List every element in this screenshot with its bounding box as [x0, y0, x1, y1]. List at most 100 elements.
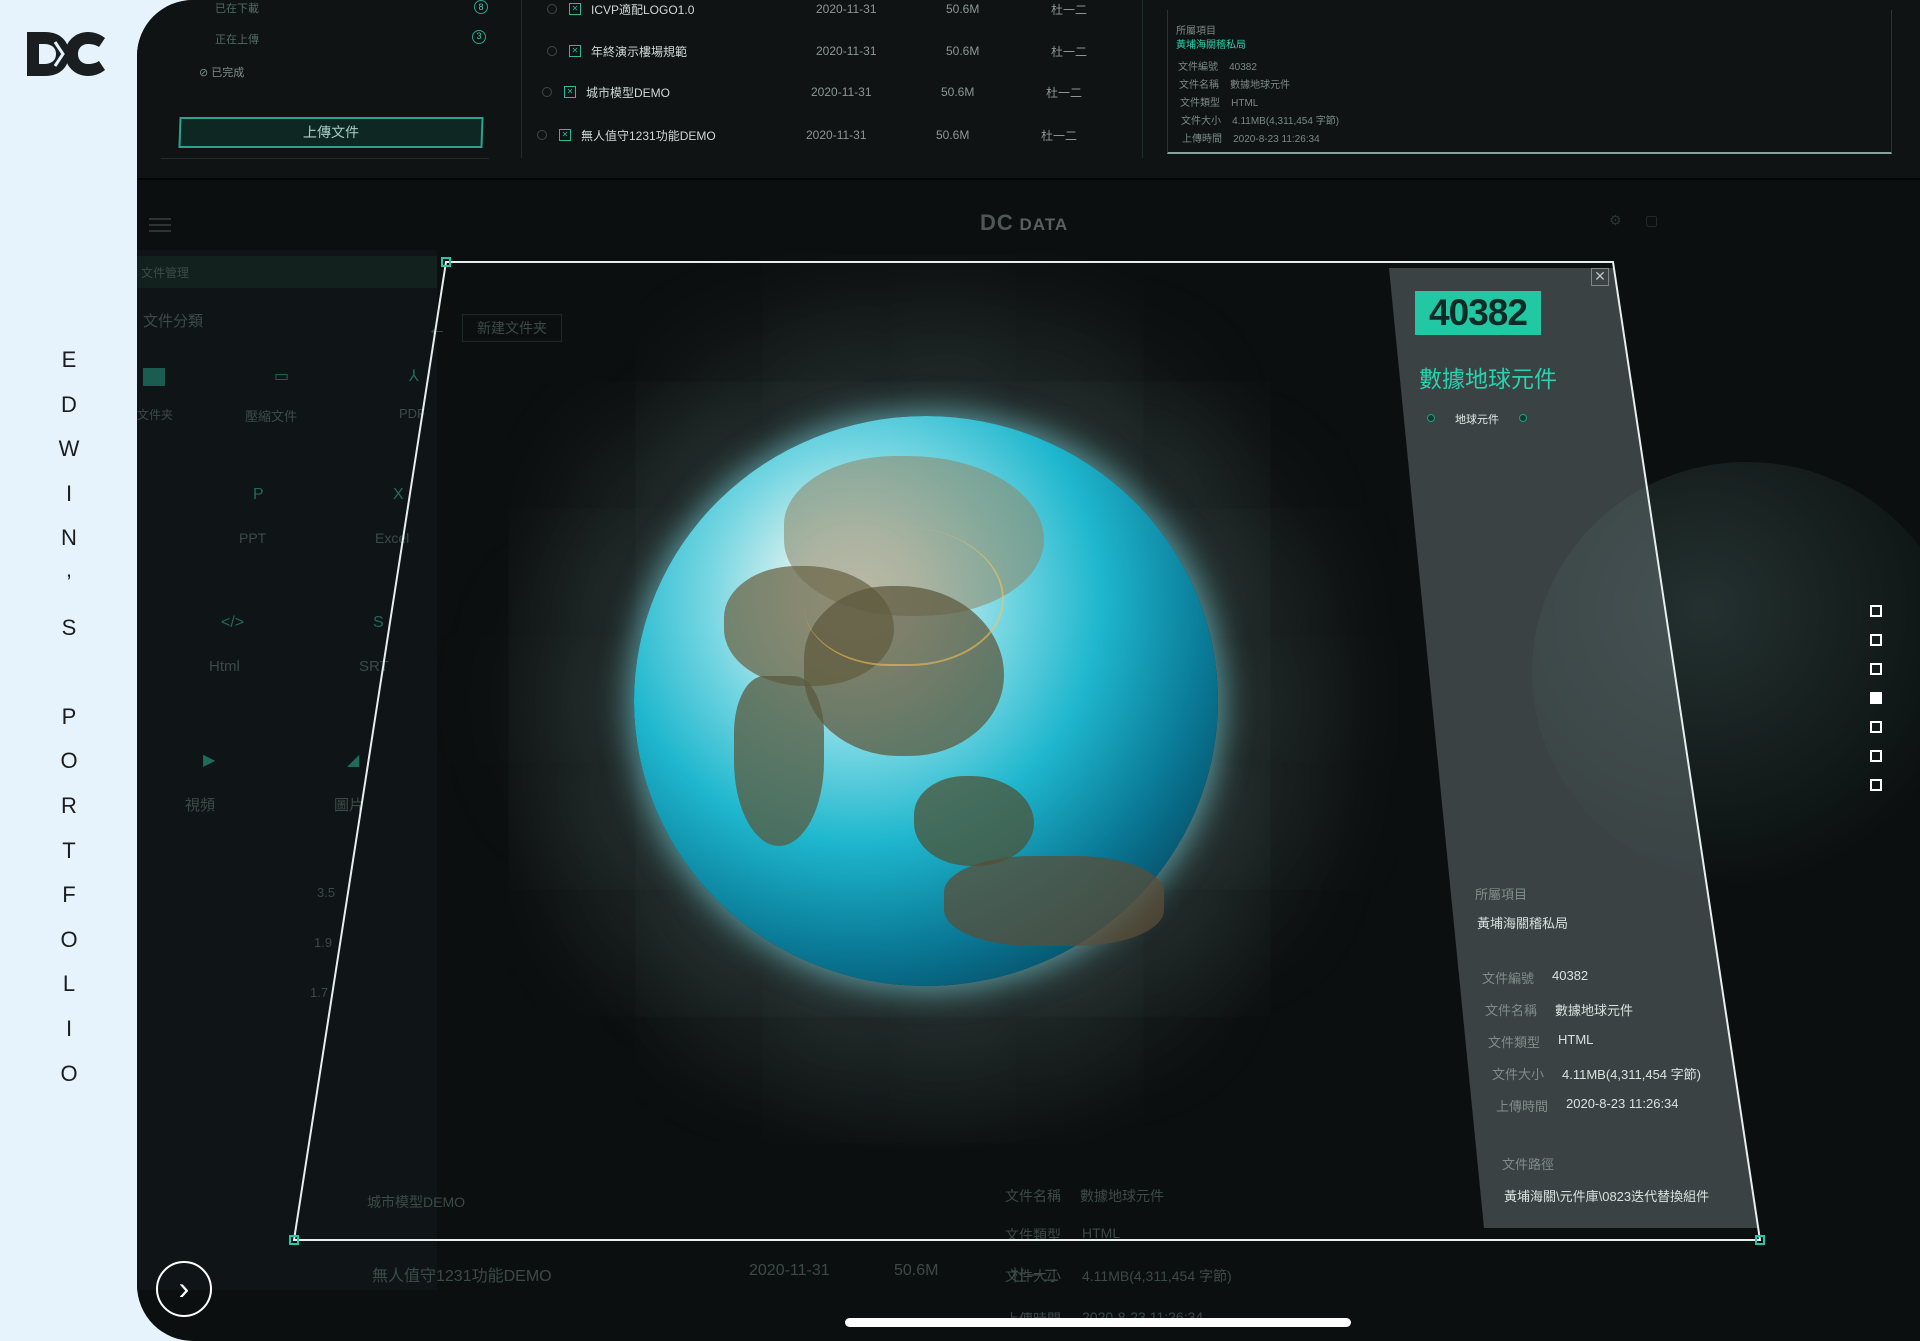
- close-icon[interactable]: ✕: [1591, 268, 1609, 286]
- srt-icon[interactable]: S: [373, 614, 384, 632]
- mini-detail-row: 文件名稱 數據地球元件: [1179, 80, 1291, 91]
- page-dot[interactable]: [1870, 721, 1882, 733]
- pdf-icon[interactable]: ⅄: [409, 366, 419, 386]
- top-screen-strip: 已在下載 8 正在上傳 3 ⊘ 已完成 上傳文件 ✕ ICVP適配LOGO1.0…: [137, 0, 1920, 180]
- model-file-icon: ✕: [569, 3, 581, 15]
- ghost-detail-value: HTML: [1082, 1225, 1121, 1241]
- file-owner: 杜一二: [1051, 44, 1088, 59]
- page-dot[interactable]: [1870, 663, 1882, 675]
- file-name: 無人值守1231功能DEMO: [581, 128, 716, 143]
- archive-icon[interactable]: ▭: [274, 366, 289, 386]
- category-label: PPT: [239, 530, 267, 546]
- detail-value: 40382: [1552, 968, 1589, 983]
- side-number: 3.5: [317, 885, 336, 900]
- page-dot[interactable]: [1870, 634, 1882, 646]
- upload-status-uploading: 正在上傳: [215, 34, 259, 46]
- title-letter: N: [61, 525, 77, 551]
- portfolio-page: E D W I N’ S PORTFOLIO 已在下載 8 正在上傳 3 ⊘ 已完成 上傳…: [0, 0, 1920, 1341]
- vertical-portfolio-title: E D W I N’ S PORTFOLIO: [54, 338, 84, 1096]
- file-row[interactable]: ✕ 年終演示樓場規範 2020-11-31 50.6M 杜一二: [547, 39, 1147, 63]
- title-letter: R: [61, 792, 77, 818]
- page-pagination[interactable]: [1870, 605, 1884, 808]
- land-southeast-asia: [914, 776, 1034, 866]
- html-icon[interactable]: </>: [221, 614, 244, 632]
- page-dot[interactable]: [1870, 692, 1882, 704]
- new-folder-button[interactable]: 新建文件夹: [462, 314, 562, 342]
- bottom-file-size: 50.6M: [894, 1262, 939, 1279]
- row-radio[interactable]: [537, 130, 547, 140]
- file-owner: 杜一二: [1051, 2, 1088, 17]
- downloading-count-badge: 8: [474, 0, 488, 14]
- upload-file-button[interactable]: 上傳文件: [178, 117, 484, 148]
- home-indicator[interactable]: [845, 1318, 1351, 1327]
- file-row[interactable]: ✕ ICVP適配LOGO1.0 2020-11-31 50.6M 杜一二: [547, 0, 1147, 21]
- title-letter: E: [61, 347, 77, 372]
- side-number: 1.9: [314, 935, 333, 950]
- file-size: 50.6M: [941, 85, 975, 99]
- uploading-count-text: 3: [476, 31, 482, 41]
- side-number: 1.7: [310, 985, 329, 1000]
- file-owner: 杜一二: [1041, 128, 1078, 143]
- detail-label: 文件編號: [1482, 971, 1535, 986]
- page-dot[interactable]: [1870, 779, 1882, 791]
- category-label: 壓縮文件: [245, 409, 298, 424]
- category-panel: 文件管理 文件分類 文件夹 ▭ 壓縮文件 ⅄ PDF P PPT X Excel…: [137, 250, 437, 1290]
- tag-dot: [1427, 414, 1435, 422]
- title-letter: I: [65, 480, 73, 506]
- breadcrumb: 文件管理: [137, 256, 437, 288]
- title-letter: P: [61, 703, 77, 729]
- page-dot[interactable]: [1870, 750, 1882, 762]
- title-letter: I: [65, 1015, 73, 1041]
- excel-icon[interactable]: X: [393, 486, 404, 504]
- mini-detail-row: 文件編號 40382: [1178, 62, 1257, 73]
- video-icon[interactable]: ▶: [203, 750, 215, 770]
- detail-label: 上傳時間: [1496, 1099, 1549, 1114]
- model-file-icon: ✕: [569, 45, 581, 57]
- category-label: Html: [209, 658, 240, 675]
- file-title: 數據地球元件: [1419, 366, 1557, 392]
- row-radio[interactable]: [547, 4, 557, 14]
- file-name: 城市模型DEMO: [586, 85, 671, 100]
- mini-project-label: 所屬項目: [1176, 26, 1216, 37]
- portfolio-sidebar: E D W I N’ S PORTFOLIO: [0, 0, 137, 1341]
- china-border-glow: [804, 526, 1004, 666]
- ghost-detail-value: 數據地球元件: [1080, 1188, 1164, 1204]
- path-value: 黃埔海關\元件庫\0823迭代替換組件: [1504, 1189, 1710, 1204]
- title-letter: O: [60, 748, 78, 774]
- title-letter: T: [62, 837, 76, 863]
- row-radio[interactable]: [542, 87, 552, 97]
- image-icon[interactable]: ◢: [347, 750, 359, 770]
- back-arrow-icon[interactable]: ←: [427, 318, 447, 341]
- land-australia: [944, 856, 1164, 946]
- row-radio[interactable]: [547, 46, 557, 56]
- earth-globe-image: [634, 416, 1218, 986]
- ppt-icon[interactable]: P: [253, 486, 264, 504]
- dc-data-logo: DC DATA: [980, 210, 1069, 235]
- dc-logo-icon[interactable]: [25, 28, 107, 80]
- category-label: SRT: [359, 658, 389, 675]
- settings-icon[interactable]: ⚙: [1609, 212, 1622, 229]
- divider: [521, 0, 522, 158]
- completed-label: 已完成: [211, 67, 245, 79]
- file-date: 2020-11-31: [806, 128, 867, 142]
- chevron-right-icon[interactable]: ›: [156, 1261, 212, 1317]
- notification-icon[interactable]: ▢: [1645, 212, 1658, 229]
- title-letter: S: [61, 614, 77, 640]
- upload-status-completed: ⊘ 已完成: [199, 67, 245, 79]
- page-dot[interactable]: [1870, 605, 1882, 617]
- bottom-file-name: 無人值守1231功能DEMO: [372, 1268, 552, 1285]
- file-row[interactable]: ✕ 城市模型DEMO 2020-11-31 50.6M 杜一二: [542, 80, 1142, 104]
- tag-dot: [1519, 414, 1527, 422]
- file-row[interactable]: ✕ 無人值守1231功能DEMO 2020-11-31 50.6M 杜一二: [537, 123, 1137, 147]
- title-letter: ’: [66, 569, 72, 595]
- title-letter: L: [62, 971, 76, 997]
- model-file-icon: ✕: [564, 86, 576, 98]
- mini-detail-row: 文件類型 HTML: [1180, 98, 1259, 109]
- menu-icon[interactable]: [149, 218, 171, 232]
- file-date: 2020-11-31: [811, 85, 872, 99]
- title-letter: O: [60, 926, 78, 952]
- mini-detail-row: 文件大小 4.11MB(4,311,454 字節): [1181, 116, 1340, 127]
- folder-icon[interactable]: [143, 368, 165, 386]
- category-label: 文件夹: [137, 408, 174, 422]
- ghost-detail-label: 文件大小: [1005, 1268, 1061, 1284]
